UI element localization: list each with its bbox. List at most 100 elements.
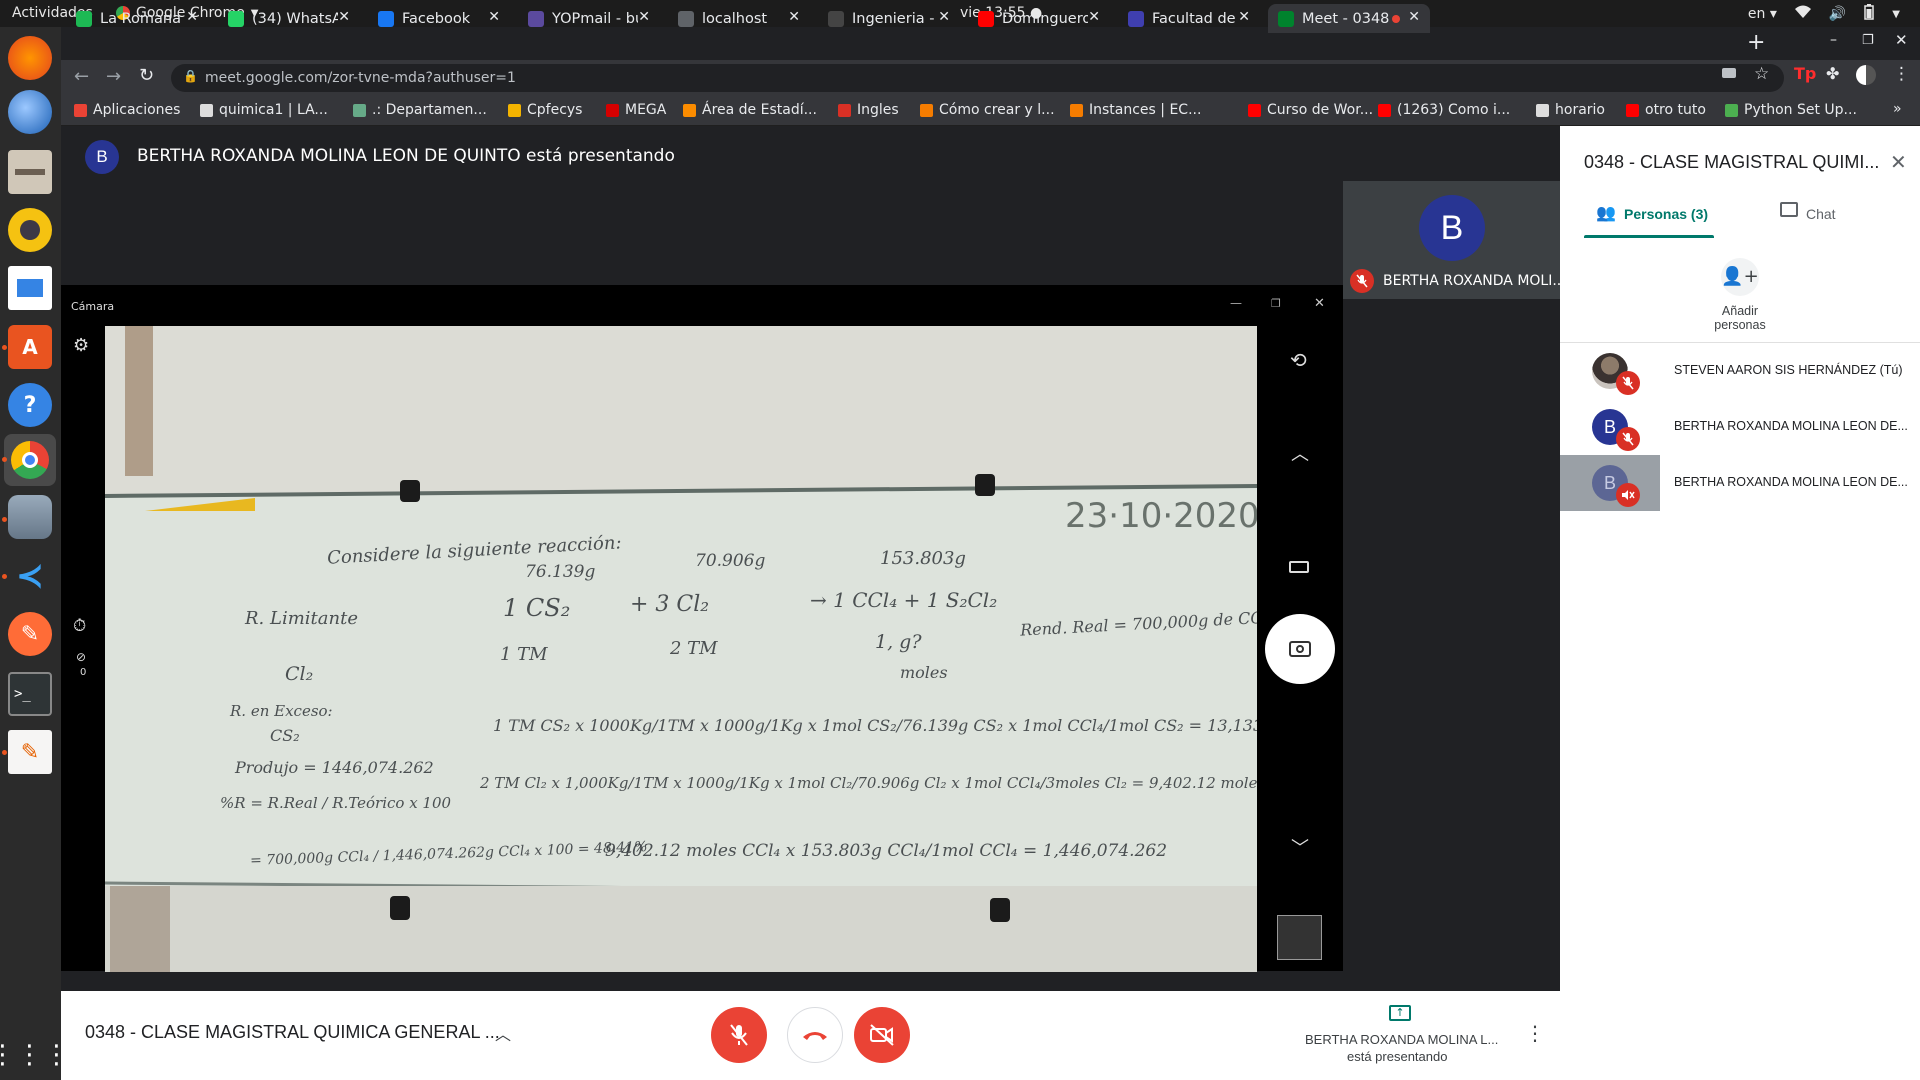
tab-youtube[interactable]: Dominguero - You✕ (968, 4, 1110, 33)
participant-row-presentation[interactable]: B BERTHA ROXANDA MOLINA LEON DE... (1560, 455, 1920, 511)
bookmark-item[interactable]: (1263) Como i... (1378, 102, 1510, 118)
board-text-line: 76.139g (525, 562, 596, 582)
close-tab-icon[interactable]: ✕ (638, 9, 650, 25)
bookmark-apps[interactable]: Aplicaciones (74, 102, 180, 118)
add-people-button[interactable]: 👤+ Añadir personas (1680, 258, 1800, 332)
forward-icon[interactable]: → (106, 66, 121, 87)
close-tab-icon[interactable]: ✕ (1088, 9, 1100, 25)
turn-off-camera-button[interactable] (854, 1007, 910, 1063)
wifi-icon[interactable] (1794, 5, 1811, 23)
scroll-down-chevron-icon[interactable]: ﹀ (1291, 834, 1309, 860)
video-mode-icon[interactable] (1289, 561, 1309, 573)
bookmark-item[interactable]: Cpfecys (508, 102, 582, 118)
bookmark-item[interactable]: Ingles (838, 102, 899, 118)
battery-icon[interactable] (1864, 4, 1875, 24)
last-capture-thumbnail[interactable] (1277, 915, 1322, 960)
tab-calendar[interactable]: Facultad de Ingen✕ (1118, 4, 1260, 33)
board-text-line: %R = R.Real / R.Teórico x 100 (220, 794, 452, 812)
terminal-icon[interactable]: >_ (8, 672, 52, 716)
tab-facebook[interactable]: Facebook ✕ (368, 4, 510, 33)
bookmark-item[interactable]: Instances | EC... (1070, 102, 1201, 118)
switch-camera-icon[interactable]: ⟲ (1290, 348, 1307, 372)
leave-call-button[interactable] (787, 1007, 843, 1063)
tab-localhost[interactable]: localhost ✕ (668, 4, 810, 33)
close-panel-icon[interactable]: ✕ (1890, 150, 1907, 174)
bookmark-item[interactable]: otro tuto (1626, 102, 1706, 118)
close-tab-icon[interactable]: ✕ (488, 9, 500, 25)
participant-tile[interactable]: B BERTHA ROXANDA MOLI... (1343, 181, 1566, 299)
rhythmbox-icon[interactable] (8, 208, 52, 252)
bookmark-favicon-icon (920, 103, 933, 117)
close-window-button[interactable]: ✕ (1895, 31, 1908, 49)
camera-settings-gear-icon[interactable]: ⚙ (73, 335, 89, 356)
address-bar[interactable]: 🔒 meet.google.com/zor-tvne-mda?authuser=… (171, 64, 1784, 92)
bookmark-item[interactable]: Cómo crear y l... (920, 102, 1055, 118)
tab-usac[interactable]: Ingenieria - USAC✕ (818, 4, 960, 33)
camera-close-icon[interactable]: ✕ (1314, 296, 1325, 311)
volume-icon[interactable]: 🔊 (1829, 6, 1846, 22)
minimize-window-button[interactable]: – (1830, 32, 1837, 48)
language-indicator[interactable]: en ▾ (1748, 6, 1777, 22)
bookmark-label: (1263) Como i... (1397, 102, 1511, 118)
timer-icon[interactable]: ⏱ (73, 616, 86, 636)
more-options-icon[interactable]: ⋮ (1525, 1021, 1545, 1045)
postman-icon[interactable]: ✎ (8, 612, 52, 656)
board-text-line: 1 CS₂ (503, 594, 571, 622)
close-tab-icon[interactable]: ✕ (1408, 9, 1420, 25)
show-applications-icon[interactable]: ⋮⋮⋮ (0, 1033, 70, 1077)
close-tab-icon[interactable]: ✕ (938, 9, 950, 25)
close-tab-icon[interactable]: ✕ (1238, 9, 1250, 25)
bookmark-item[interactable]: Área de Estadí... (683, 102, 817, 118)
software-center-icon[interactable]: A (8, 325, 52, 369)
files-cabinet-icon[interactable] (8, 150, 52, 194)
tab-whatsapp[interactable]: (34) WhatsApp✕ (218, 4, 360, 33)
reload-icon[interactable]: ↻ (139, 65, 154, 86)
bookmark-item[interactable]: MEGA (606, 102, 666, 118)
presenting-name: BERTHA ROXANDA MOLINA L... (1305, 1032, 1499, 1047)
profile-avatar-icon[interactable] (1856, 65, 1876, 85)
present-screen-icon[interactable]: ↑ (1389, 1005, 1411, 1021)
extension-red-icon[interactable]: Tp (1794, 64, 1816, 83)
back-icon[interactable]: ← (74, 66, 89, 87)
board-text-line: + 3 Cl₂ (630, 592, 710, 617)
participant-row[interactable]: B BERTHA ROXANDA MOLINA LEON DE... (1560, 399, 1920, 455)
close-tab-icon[interactable]: ✕ (788, 9, 800, 25)
participant-row[interactable]: STEVEN AARON SIS HERNÁNDEZ (Tú) (1560, 343, 1920, 399)
restore-window-button[interactable]: ❐ (1862, 33, 1874, 48)
tab-spotify[interactable]: La Romana - Bad✕ (66, 4, 208, 33)
camera-minimize-icon[interactable]: — (1230, 296, 1242, 310)
meeting-details-chevron-up-icon[interactable]: ︿ (495, 1021, 511, 1045)
bookmark-star-icon[interactable]: ☆ (1754, 64, 1769, 84)
chrome-menu-icon[interactable]: ⋮ (1893, 64, 1910, 84)
close-tab-icon[interactable]: ✕ (338, 9, 350, 25)
libreoffice-writer-icon[interactable] (8, 266, 52, 310)
bookmark-item[interactable]: quimica1 | LA... (200, 102, 328, 118)
firefox-icon[interactable] (8, 36, 52, 80)
bookmark-item[interactable]: .: Departamen... (353, 102, 487, 118)
bookmarks-overflow-icon[interactable]: » (1893, 101, 1902, 117)
mute-microphone-button[interactable] (711, 1007, 767, 1063)
camera-in-use-icon[interactable] (1722, 68, 1736, 78)
bookmark-item[interactable]: Python Set Up... (1725, 102, 1857, 118)
bookmark-item[interactable]: Curso de Wor... (1248, 102, 1373, 118)
camera-maximize-icon[interactable]: ❐ (1271, 297, 1281, 310)
tab-meet[interactable]: Meet - 0348 - ✕ (1268, 4, 1430, 33)
bookmark-item[interactable]: horario (1536, 102, 1605, 118)
database-icon[interactable] (8, 495, 52, 539)
meeting-title[interactable]: 0348 - CLASE MAGISTRAL QUIMICA GENERAL .… (85, 1022, 500, 1043)
extensions-puzzle-icon[interactable]: ✤ (1826, 64, 1839, 83)
help-icon[interactable]: ? (8, 383, 52, 427)
chrome-dock-icon[interactable] (4, 434, 56, 486)
close-tab-icon[interactable]: ✕ (186, 9, 198, 25)
burst-icon[interactable]: ⊘ (76, 650, 86, 664)
text-editor-icon[interactable]: ✎ (8, 730, 52, 774)
scroll-up-chevron-icon[interactable]: ︿ (1291, 440, 1309, 466)
tab-yopmail[interactable]: YOPmail - buzón✕ (518, 4, 660, 33)
tab-chat[interactable]: Chat (1740, 190, 1920, 240)
tab-people[interactable]: 👥 Personas (3) (1560, 190, 1740, 240)
system-menu-chevron-icon[interactable]: ▼ (1892, 9, 1900, 20)
new-tab-button[interactable]: + (1747, 30, 1765, 55)
capture-photo-button[interactable] (1265, 614, 1335, 684)
thunderbird-icon[interactable] (8, 90, 52, 134)
vscode-icon[interactable]: ≺ (8, 554, 52, 598)
